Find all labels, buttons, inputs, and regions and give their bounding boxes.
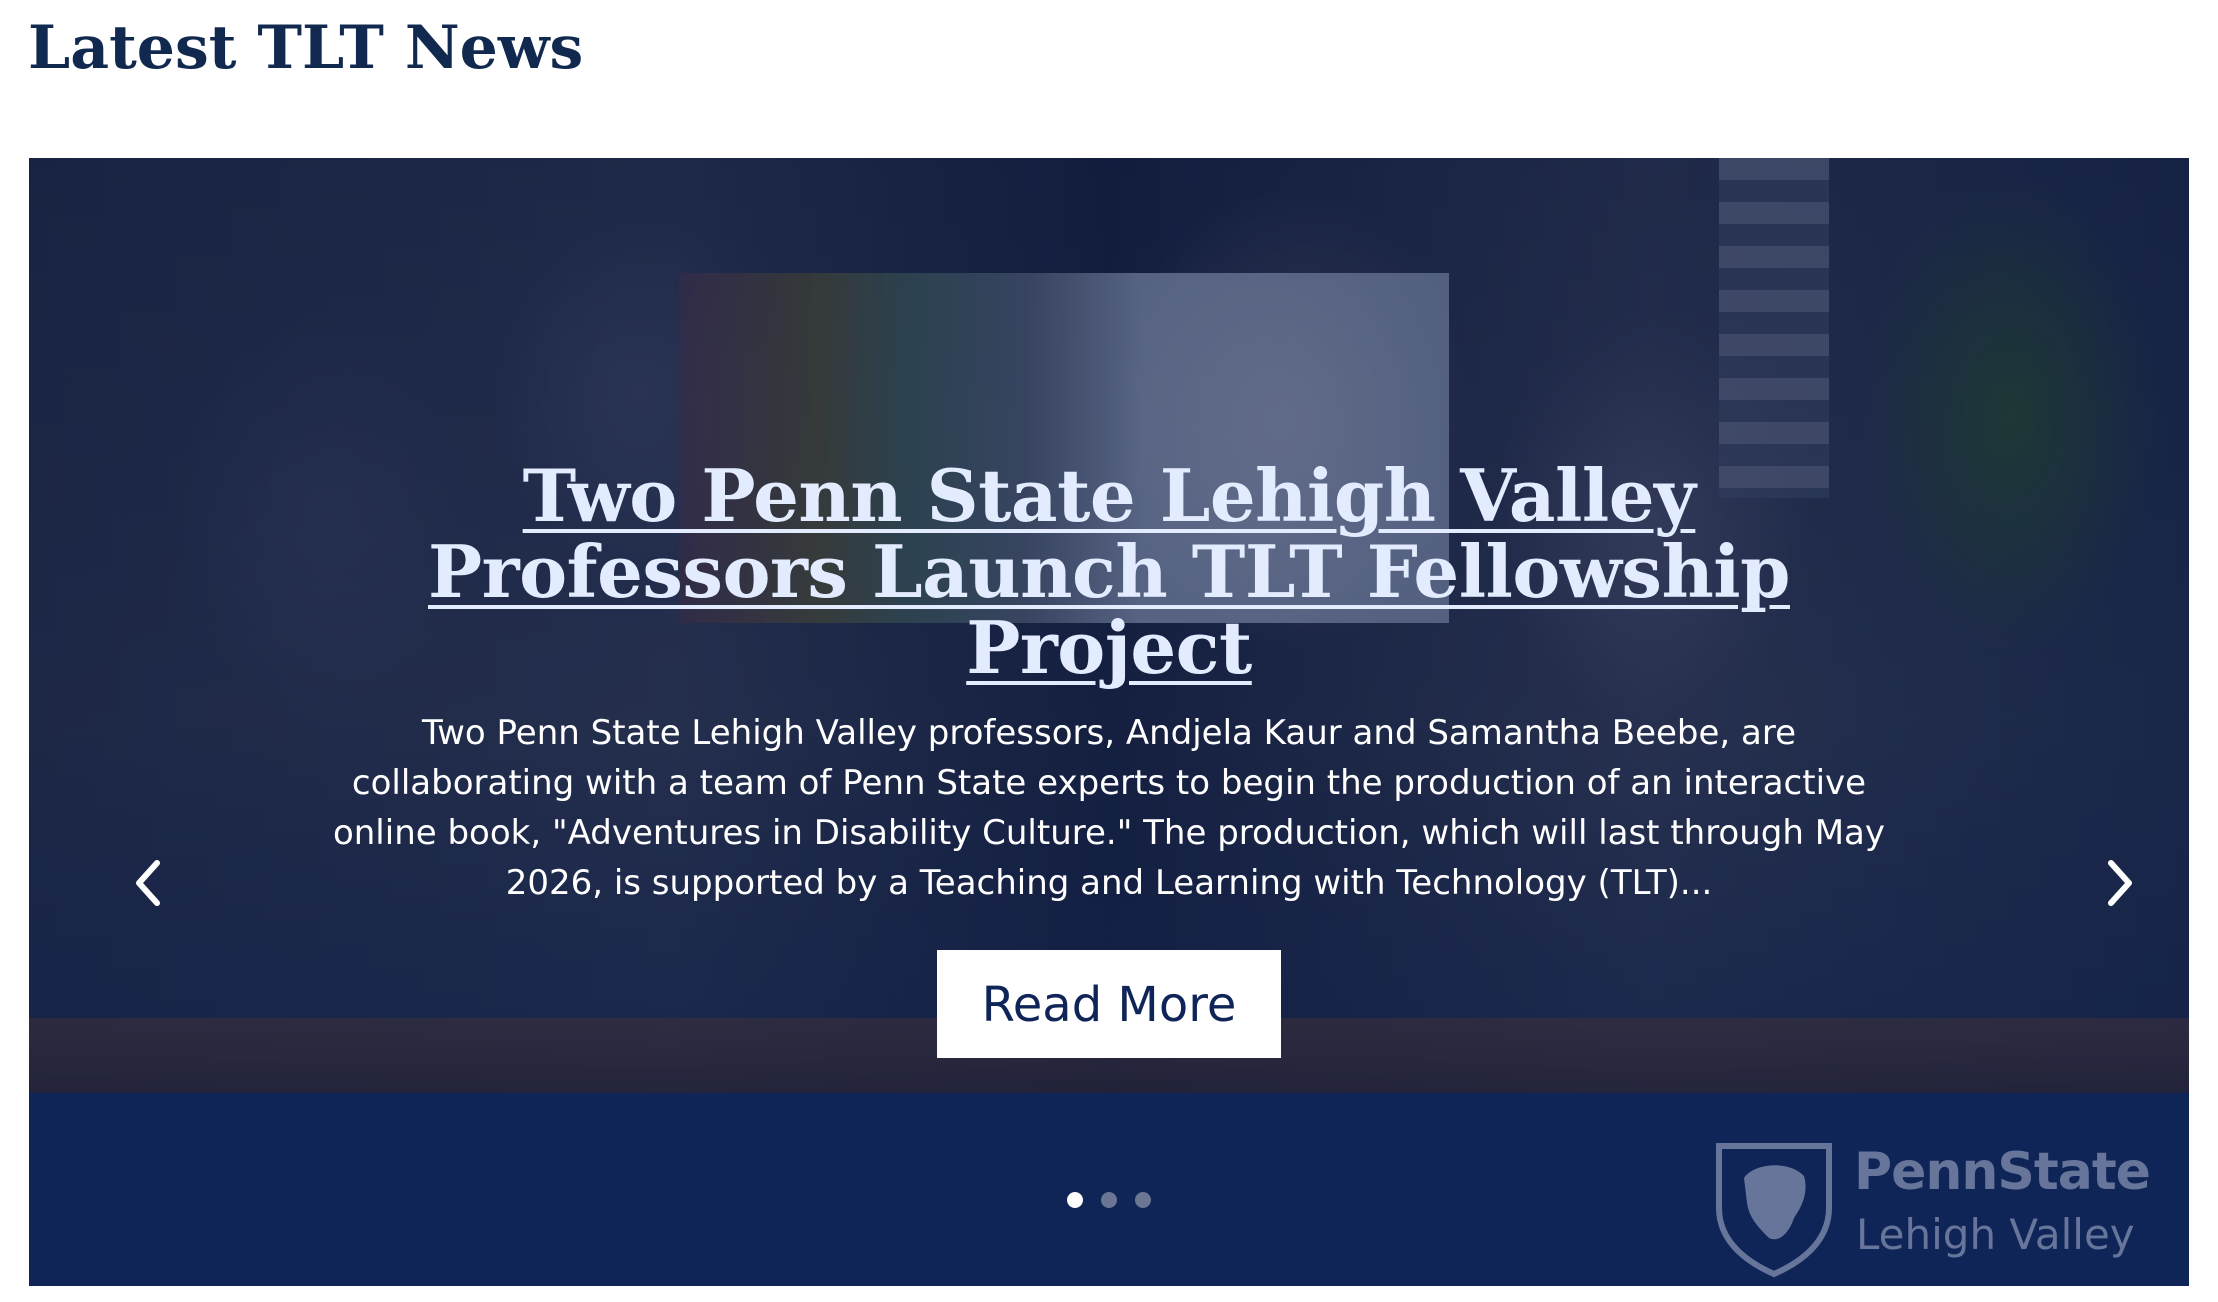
carousel-dot-1[interactable] <box>1067 1192 1083 1208</box>
slide-excerpt: Two Penn State Lehigh Valley professors,… <box>332 713 1886 903</box>
nittany-lion-shield-icon <box>1716 1143 1832 1278</box>
page-title: Latest TLT News <box>28 13 584 83</box>
slide-content: Two Penn State Lehigh Valley Professors … <box>279 458 1939 1058</box>
page: Latest TLT News Two Penn State Lehigh Va… <box>0 0 2218 1302</box>
news-carousel: Two Penn State Lehigh Valley Professors … <box>29 158 2189 1286</box>
read-more-button[interactable]: Read More <box>937 950 1281 1058</box>
slide-title-link[interactable]: Two Penn State Lehigh Valley Professors … <box>279 458 1939 686</box>
chevron-left-icon[interactable] <box>119 853 179 913</box>
flag-image <box>1719 158 1829 498</box>
carousel-dot-3[interactable] <box>1135 1192 1151 1208</box>
logo-campus-text: Lehigh Valley <box>1856 1210 2135 1259</box>
carousel-dot-2[interactable] <box>1101 1192 1117 1208</box>
pennstate-logo: PennState Lehigh Valley <box>1709 1138 2169 1278</box>
logo-brand-text: PennState <box>1854 1142 2151 1202</box>
chevron-right-icon[interactable] <box>2089 853 2149 913</box>
